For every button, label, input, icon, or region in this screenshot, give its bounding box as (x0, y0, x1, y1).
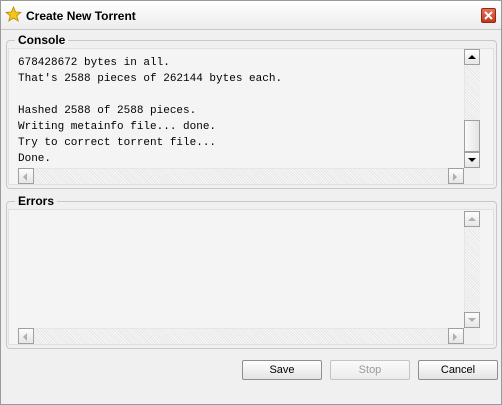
scroll-track[interactable] (34, 168, 448, 184)
scroll-down-button[interactable] (464, 312, 480, 328)
scroll-track[interactable] (464, 227, 480, 312)
console-line: Writing metainfo file... done. (18, 121, 217, 133)
errors-group: Errors (6, 194, 497, 349)
arrow-down-icon (468, 318, 476, 322)
scroll-corner (464, 328, 480, 344)
scroll-up-button[interactable] (464, 49, 480, 65)
create-torrent-dialog: Create New Torrent Console 678428672 byt… (0, 0, 502, 405)
errors-vertical-scrollbar[interactable] (464, 211, 480, 328)
arrow-up-icon (468, 217, 476, 221)
console-line: Done. (18, 153, 52, 165)
arrow-left-icon (23, 333, 27, 341)
errors-horizontal-scrollbar[interactable] (18, 328, 464, 344)
scroll-right-button[interactable] (448, 328, 464, 344)
console-line: Try to correct torrent file... (18, 137, 217, 149)
console-line: That's 2588 pieces of 262144 bytes each. (18, 73, 283, 85)
console-label: Console (15, 33, 69, 47)
cancel-button[interactable]: Cancel (418, 360, 498, 380)
scroll-left-button[interactable] (18, 168, 34, 184)
scroll-left-button[interactable] (18, 328, 34, 344)
console-group: Console 678428672 bytes in all. That's 25… (6, 33, 497, 189)
errors-output[interactable] (8, 209, 494, 345)
arrow-left-icon (23, 173, 27, 181)
scroll-up-button[interactable] (464, 211, 480, 227)
title-bar[interactable]: Create New Torrent (1, 1, 501, 30)
console-line: Hashed 2588 of 2588 pieces. (18, 105, 197, 117)
arrow-up-icon (468, 55, 476, 59)
arrow-right-icon (453, 333, 457, 341)
scroll-right-button[interactable] (448, 168, 464, 184)
arrow-right-icon (453, 173, 457, 181)
stop-button[interactable]: Stop (330, 360, 410, 380)
console-line: 678428672 bytes in all. (18, 57, 170, 69)
scroll-down-button[interactable] (464, 152, 480, 168)
scroll-corner (464, 168, 480, 184)
close-icon (484, 11, 493, 20)
scroll-thumb[interactable] (464, 120, 480, 152)
star-icon (4, 5, 23, 23)
close-button[interactable] (481, 8, 496, 23)
console-vertical-scrollbar[interactable] (464, 49, 480, 168)
errors-label: Errors (15, 194, 58, 208)
save-button[interactable]: Save (242, 360, 322, 380)
arrow-down-icon (468, 158, 476, 162)
console-output[interactable]: 678428672 bytes in all. That's 2588 piece… (8, 48, 494, 185)
window-title: Create New Torrent (26, 9, 136, 23)
scroll-track[interactable] (34, 328, 448, 344)
console-text: 678428672 bytes in all. That's 2588 piece… (18, 55, 463, 165)
console-horizontal-scrollbar[interactable] (18, 168, 464, 184)
